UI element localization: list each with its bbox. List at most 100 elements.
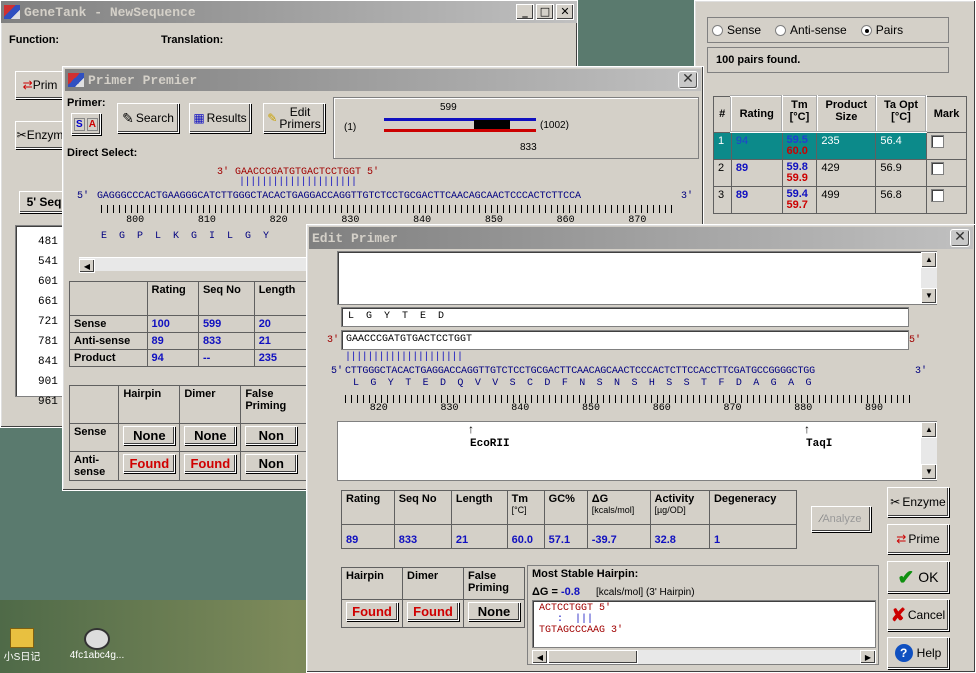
cancel-button[interactable]: ✘ Cancel	[887, 599, 949, 631]
sense-dimer-button[interactable]: None	[184, 426, 237, 445]
enzyme-site-taqi[interactable]: TaqI	[806, 438, 832, 450]
cell-size: 499	[816, 186, 877, 214]
table-row[interactable]: 3 89 59.4 59.7 499 56.8	[713, 186, 968, 214]
primer-icon: ⇄	[896, 532, 907, 546]
scroll-left-arrow[interactable]: ◀	[79, 259, 95, 273]
antisense-hairpin-button[interactable]: Found	[123, 454, 176, 473]
cell-tm-anti: 59.7	[786, 199, 808, 211]
col-header-rating[interactable]: Rating	[730, 95, 783, 133]
scroll-down-arrow[interactable]: ▼	[921, 464, 937, 480]
seq-5-label: 5'	[331, 366, 344, 377]
sense-false-priming-button[interactable]: Non	[245, 426, 298, 445]
table-row[interactable]: 2 89 59.8 59.9 429 56.9	[713, 159, 968, 187]
desktop-icon-folder[interactable]: 小S日记	[2, 628, 42, 663]
cell-ta: 56.9	[875, 159, 927, 187]
row-number: 541	[38, 256, 58, 268]
cell-rating: 89	[730, 186, 783, 214]
enzyme-site-ecorii[interactable]: EcoRII	[470, 438, 510, 450]
analyze-label: Analyze	[822, 513, 862, 525]
edit-primer-titlebar: Edit Primer ✕	[309, 227, 973, 249]
close-button[interactable]: ✕	[556, 4, 574, 20]
radio-sense[interactable]: Sense	[712, 23, 761, 37]
edit-primers-button[interactable]: ✎ Edit Primers	[263, 103, 325, 133]
site-marker-icon: ↑	[804, 422, 810, 436]
help-button[interactable]: ? Help	[887, 637, 949, 669]
stats-col-header: Length	[450, 490, 508, 525]
ruler-label: 880	[794, 403, 813, 414]
col-header: Length	[253, 281, 310, 316]
enzyme-map-scrollbar[interactable]: ▲ ▼	[921, 422, 937, 480]
minimize-button[interactable]: _	[516, 4, 534, 20]
col-header: Rating	[146, 281, 199, 316]
maximize-button[interactable]: □	[536, 4, 554, 20]
sense-hairpin-button[interactable]: None	[123, 426, 176, 445]
scroll-up-arrow[interactable]: ▲	[921, 422, 937, 438]
row-number: 901	[38, 376, 58, 388]
search-button[interactable]: ✎ Search	[117, 103, 179, 133]
app-icon	[4, 5, 20, 19]
cell-value: 833	[197, 332, 255, 350]
stats-col-header: ΔG [kcals/mol]	[586, 490, 651, 525]
row-number: 781	[38, 336, 58, 348]
mark-checkbox[interactable]	[930, 134, 944, 148]
analyze-button[interactable]: ⁄ Analyze	[811, 506, 871, 532]
close-button[interactable]: ✕	[678, 71, 698, 89]
antisense-false-priming-button[interactable]: Non	[245, 454, 298, 473]
sense-antisense-toggle[interactable]: SA	[71, 113, 101, 135]
cell-value: 21	[253, 332, 310, 350]
check-icon: ✔	[897, 566, 915, 589]
stats-col-header: Seq No	[393, 490, 452, 525]
pencil-icon: ✎	[267, 111, 278, 125]
scroll-up-arrow[interactable]: ▲	[921, 252, 937, 268]
prime-button[interactable]: ⇄ Prime	[887, 524, 949, 554]
prime-label: Prime	[908, 532, 940, 546]
mark-checkbox[interactable]	[930, 162, 944, 175]
edit-primers-label: Edit Primers	[279, 105, 321, 131]
col-header-ta[interactable]: Ta Opt [°C]	[874, 95, 928, 133]
cell-size: 235	[816, 131, 877, 160]
scroll-right-arrow[interactable]: ▶	[860, 650, 876, 664]
enzyme-button[interactable]: ✂ Enzyme	[887, 487, 949, 517]
a-button[interactable]: A	[86, 117, 98, 131]
primer-button-label: Prim	[32, 78, 58, 92]
hairpin-button[interactable]: Found	[346, 602, 398, 621]
dimer-button[interactable]: Found	[407, 602, 459, 621]
hairpin-title: Most Stable Hairpin:	[532, 568, 639, 580]
close-button[interactable]: ✕	[950, 229, 970, 247]
radio-antisense[interactable]: Anti-sense	[775, 23, 847, 37]
radio-pairs[interactable]: Pairs	[860, 23, 903, 37]
row-number: 961	[38, 396, 58, 408]
stats-col-header: Tm [°C]	[506, 490, 545, 525]
genetank-titlebar: GeneTank - NewSequence _ □ ✕	[1, 1, 577, 23]
top-list-panel	[337, 251, 937, 305]
scissors-icon: ✂	[16, 128, 27, 142]
s-button[interactable]: S	[74, 117, 85, 131]
col-header-size[interactable]: Product Size	[815, 95, 877, 133]
cell-tm-anti: 60.0	[786, 145, 808, 157]
results-button[interactable]: ▦ Results	[189, 103, 251, 133]
ruler-label: 800	[126, 215, 145, 226]
window-title: Edit Primer	[312, 230, 398, 246]
antisense-dimer-button[interactable]: Found	[184, 454, 237, 473]
col-header: Hairpin	[341, 567, 403, 600]
table-row-selected[interactable]: 1 94 59.5 60.0 235 56.4	[713, 131, 968, 160]
enzyme-button[interactable]: ✂ Enzym	[15, 121, 65, 149]
primer-map: (1) 599 (1002) 833	[333, 97, 699, 159]
primer-button[interactable]: ⇄ Prim	[15, 71, 65, 99]
desktop-icon-file[interactable]: 4fc1abc4g...	[62, 628, 132, 661]
false-priming-button[interactable]: None	[468, 602, 520, 621]
hairpin-hscrollbar[interactable]: ◀ ▶	[532, 650, 876, 664]
scroll-left-arrow[interactable]: ◀	[532, 650, 548, 664]
scroll-thumb[interactable]	[548, 650, 638, 664]
primer-sequence-input[interactable]: GAACCCGATGTGACTCCTGGT	[341, 330, 909, 350]
col-header-tm[interactable]: Tm [°C]	[781, 95, 818, 133]
match-bars: |||||||||||||||||||||	[239, 177, 357, 188]
stats-value: 89	[341, 524, 395, 549]
top-panel-scrollbar[interactable]: ▲ ▼	[921, 252, 937, 304]
stats-value: 60.0	[506, 524, 545, 549]
scroll-down-arrow[interactable]: ▼	[921, 288, 937, 304]
col-header: Hairpin	[118, 385, 181, 424]
ok-button[interactable]: ✔ OK	[887, 561, 949, 593]
ruler-label: 810	[197, 215, 216, 226]
mark-checkbox[interactable]	[930, 189, 944, 202]
